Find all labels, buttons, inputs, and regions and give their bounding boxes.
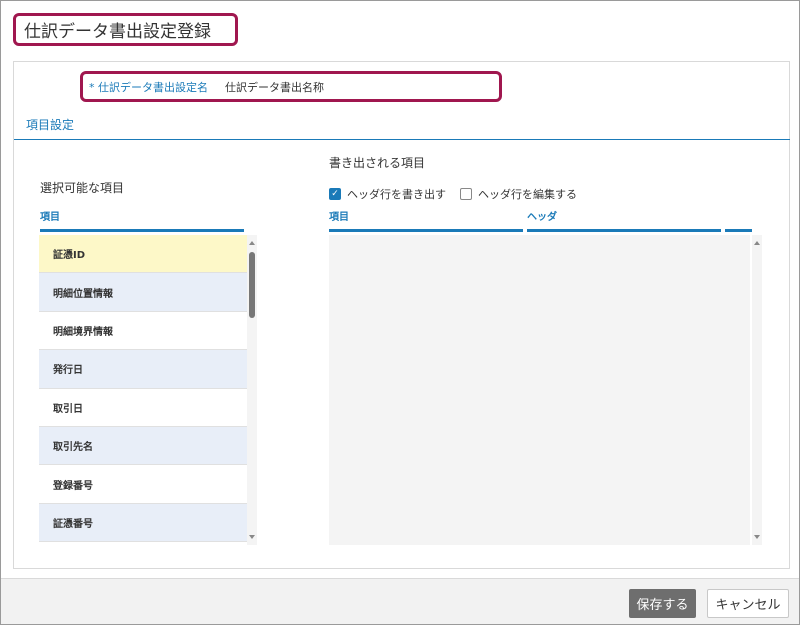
- export-items-heading: 書き出される項目: [329, 156, 426, 170]
- available-items-list[interactable]: 証憑ID 明細位置情報 明細境界情報 発行日 取引日 取引先名 登録番号 証憑番号: [39, 235, 247, 545]
- available-item[interactable]: 証憑番号: [39, 503, 247, 543]
- scroll-down-arrow-icon[interactable]: [249, 535, 255, 539]
- save-button[interactable]: 保存する: [629, 589, 696, 618]
- scroll-up-arrow-icon[interactable]: [249, 241, 255, 245]
- required-mark: *: [89, 80, 95, 94]
- available-item[interactable]: 明細位置情報: [39, 273, 247, 312]
- scrollbar-thumb[interactable]: [249, 252, 255, 318]
- edit-header-checkbox[interactable]: [460, 188, 472, 200]
- cancel-button[interactable]: キャンセル: [707, 589, 789, 618]
- dialog-title-box: 仕訳データ書出設定登録: [13, 13, 238, 46]
- header-options: ✓ ヘッダ行を書き出す ヘッダ行を編集する: [329, 186, 591, 202]
- dialog-title: 仕訳データ書出設定登録: [24, 22, 211, 42]
- setting-name-label-text: 仕訳データ書出設定名: [98, 80, 208, 94]
- setting-name-input[interactable]: [219, 75, 493, 98]
- dialog-footer: 保存する キャンセル: [1, 578, 799, 624]
- export-items-list[interactable]: [329, 235, 750, 545]
- export-column-item[interactable]: 項目: [329, 208, 523, 232]
- scroll-down-arrow-icon[interactable]: [754, 535, 760, 539]
- available-item[interactable]: 明細境界情報: [39, 311, 247, 351]
- available-item[interactable]: 発行日: [39, 350, 247, 389]
- export-column-headers: 項目 ヘッダ: [329, 208, 756, 232]
- available-item[interactable]: 登録番号: [39, 465, 247, 504]
- edit-header-label[interactable]: ヘッダ行を編集する: [478, 186, 577, 202]
- section-divider: [14, 139, 790, 140]
- dialog-window: 仕訳データ書出設定登録 * 仕訳データ書出設定名 項目設定 選択可能な項目 項目…: [0, 0, 800, 625]
- setting-name-row: * 仕訳データ書出設定名: [80, 71, 502, 102]
- available-item[interactable]: 取引先名: [39, 426, 247, 466]
- export-scrollbar[interactable]: [752, 235, 762, 545]
- scroll-up-arrow-icon[interactable]: [754, 241, 760, 245]
- available-item[interactable]: 取引日: [39, 388, 247, 427]
- available-item[interactable]: 証憑ID: [39, 235, 247, 274]
- export-header-label[interactable]: ヘッダ行を書き出す: [347, 186, 446, 202]
- section-title: 項目設定: [26, 118, 75, 132]
- form-panel: * 仕訳データ書出設定名 項目設定 選択可能な項目 項目 証憑ID明細位置情報明…: [13, 61, 790, 569]
- available-column-header[interactable]: 項目: [40, 208, 244, 232]
- setting-name-label: * 仕訳データ書出設定名: [83, 79, 219, 95]
- export-column-extra[interactable]: [725, 208, 752, 232]
- export-header-checkbox[interactable]: ✓: [329, 188, 341, 200]
- available-items-heading: 選択可能な項目: [40, 181, 125, 195]
- available-scrollbar[interactable]: [247, 235, 257, 545]
- export-column-header[interactable]: ヘッダ: [527, 208, 721, 232]
